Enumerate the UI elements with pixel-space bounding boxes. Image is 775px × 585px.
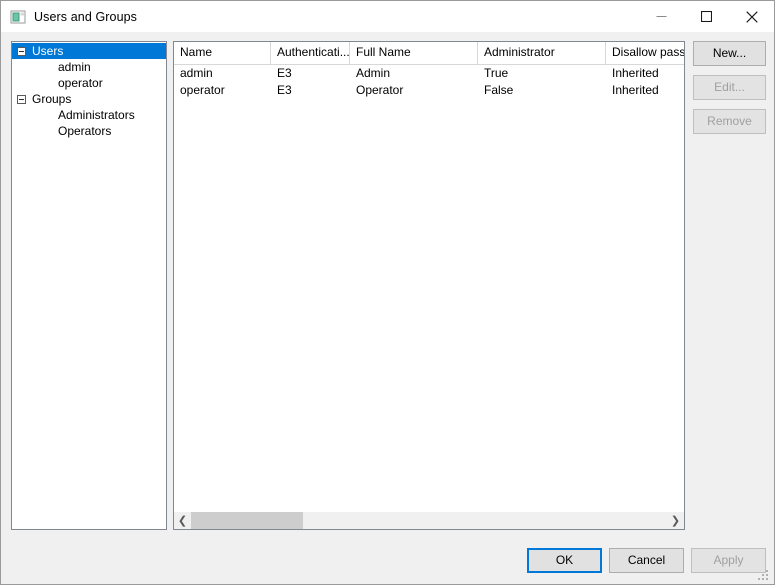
tree-item-label: admin	[58, 59, 91, 75]
tree-view[interactable]: Users admin operator Groups Administrato…	[11, 41, 167, 530]
users-groups-icon	[10, 9, 26, 25]
minimize-icon[interactable]	[639, 1, 684, 32]
collapse-box-icon[interactable]	[17, 47, 26, 56]
resize-grip-icon[interactable]	[758, 568, 770, 580]
horizontal-scrollbar[interactable]: ❮ ❯	[174, 511, 684, 529]
users-list-view[interactable]: Name Authenticati... Full Name Administr…	[173, 41, 685, 530]
close-icon[interactable]	[729, 1, 774, 32]
dialog-footer: OK Cancel Apply	[1, 536, 774, 584]
tree-item-label: Users	[32, 43, 63, 59]
column-header-disallow-password[interactable]: Disallow passwor	[606, 42, 685, 64]
column-header-authentication[interactable]: Authenticati...	[271, 42, 350, 64]
apply-button: Apply	[691, 548, 766, 573]
tree-item-users[interactable]: Users	[12, 43, 166, 59]
tree-item-administrators[interactable]: Administrators	[12, 107, 166, 123]
scrollbar-track[interactable]	[191, 512, 667, 529]
tree-item-operators[interactable]: Operators	[12, 123, 166, 139]
title-bar: Users and Groups	[1, 1, 774, 32]
column-header-administrator[interactable]: Administrator	[478, 42, 606, 64]
list-rows: admin E3 Admin True Inherited operator E…	[174, 65, 684, 511]
chevron-left-icon[interactable]: ❮	[174, 512, 191, 529]
maximize-icon[interactable]	[684, 1, 729, 32]
cell-authentication: E3	[271, 82, 350, 99]
tree-item-operator[interactable]: operator	[12, 75, 166, 91]
cell-disallow-password: Inherited	[606, 82, 684, 99]
dialog-body: Users admin operator Groups Administrato…	[1, 32, 774, 584]
cell-full-name: Admin	[350, 65, 478, 82]
cell-authentication: E3	[271, 65, 350, 82]
tree-item-label: Operators	[58, 123, 111, 139]
tree-item-admin[interactable]: admin	[12, 59, 166, 75]
tree-item-label: operator	[58, 75, 103, 91]
column-header-full-name[interactable]: Full Name	[350, 42, 478, 64]
column-header-name[interactable]: Name	[174, 42, 271, 64]
window-title: Users and Groups	[34, 10, 137, 24]
cell-name: admin	[174, 65, 271, 82]
cell-name: operator	[174, 82, 271, 99]
list-header-row: Name Authenticati... Full Name Administr…	[174, 42, 684, 65]
cell-disallow-password: Inherited	[606, 65, 684, 82]
cancel-button[interactable]: Cancel	[609, 548, 684, 573]
cell-administrator: True	[478, 65, 606, 82]
window-controls	[639, 1, 774, 32]
collapse-box-icon[interactable]	[17, 95, 26, 104]
table-row[interactable]: operator E3 Operator False Inherited	[174, 82, 684, 99]
side-button-group: New... Edit... Remove	[693, 41, 766, 143]
remove-button: Remove	[693, 109, 766, 134]
new-button[interactable]: New...	[693, 41, 766, 66]
tree-item-label: Administrators	[58, 107, 135, 123]
tree-item-groups[interactable]: Groups	[12, 91, 166, 107]
users-and-groups-dialog: Users and Groups Users ad	[0, 0, 775, 585]
cell-full-name: Operator	[350, 82, 478, 99]
scrollbar-thumb[interactable]	[191, 512, 303, 529]
chevron-right-icon[interactable]: ❯	[667, 512, 684, 529]
table-row[interactable]: admin E3 Admin True Inherited	[174, 65, 684, 82]
edit-button: Edit...	[693, 75, 766, 100]
cell-administrator: False	[478, 82, 606, 99]
tree-item-label: Groups	[32, 91, 71, 107]
ok-button[interactable]: OK	[527, 548, 602, 573]
